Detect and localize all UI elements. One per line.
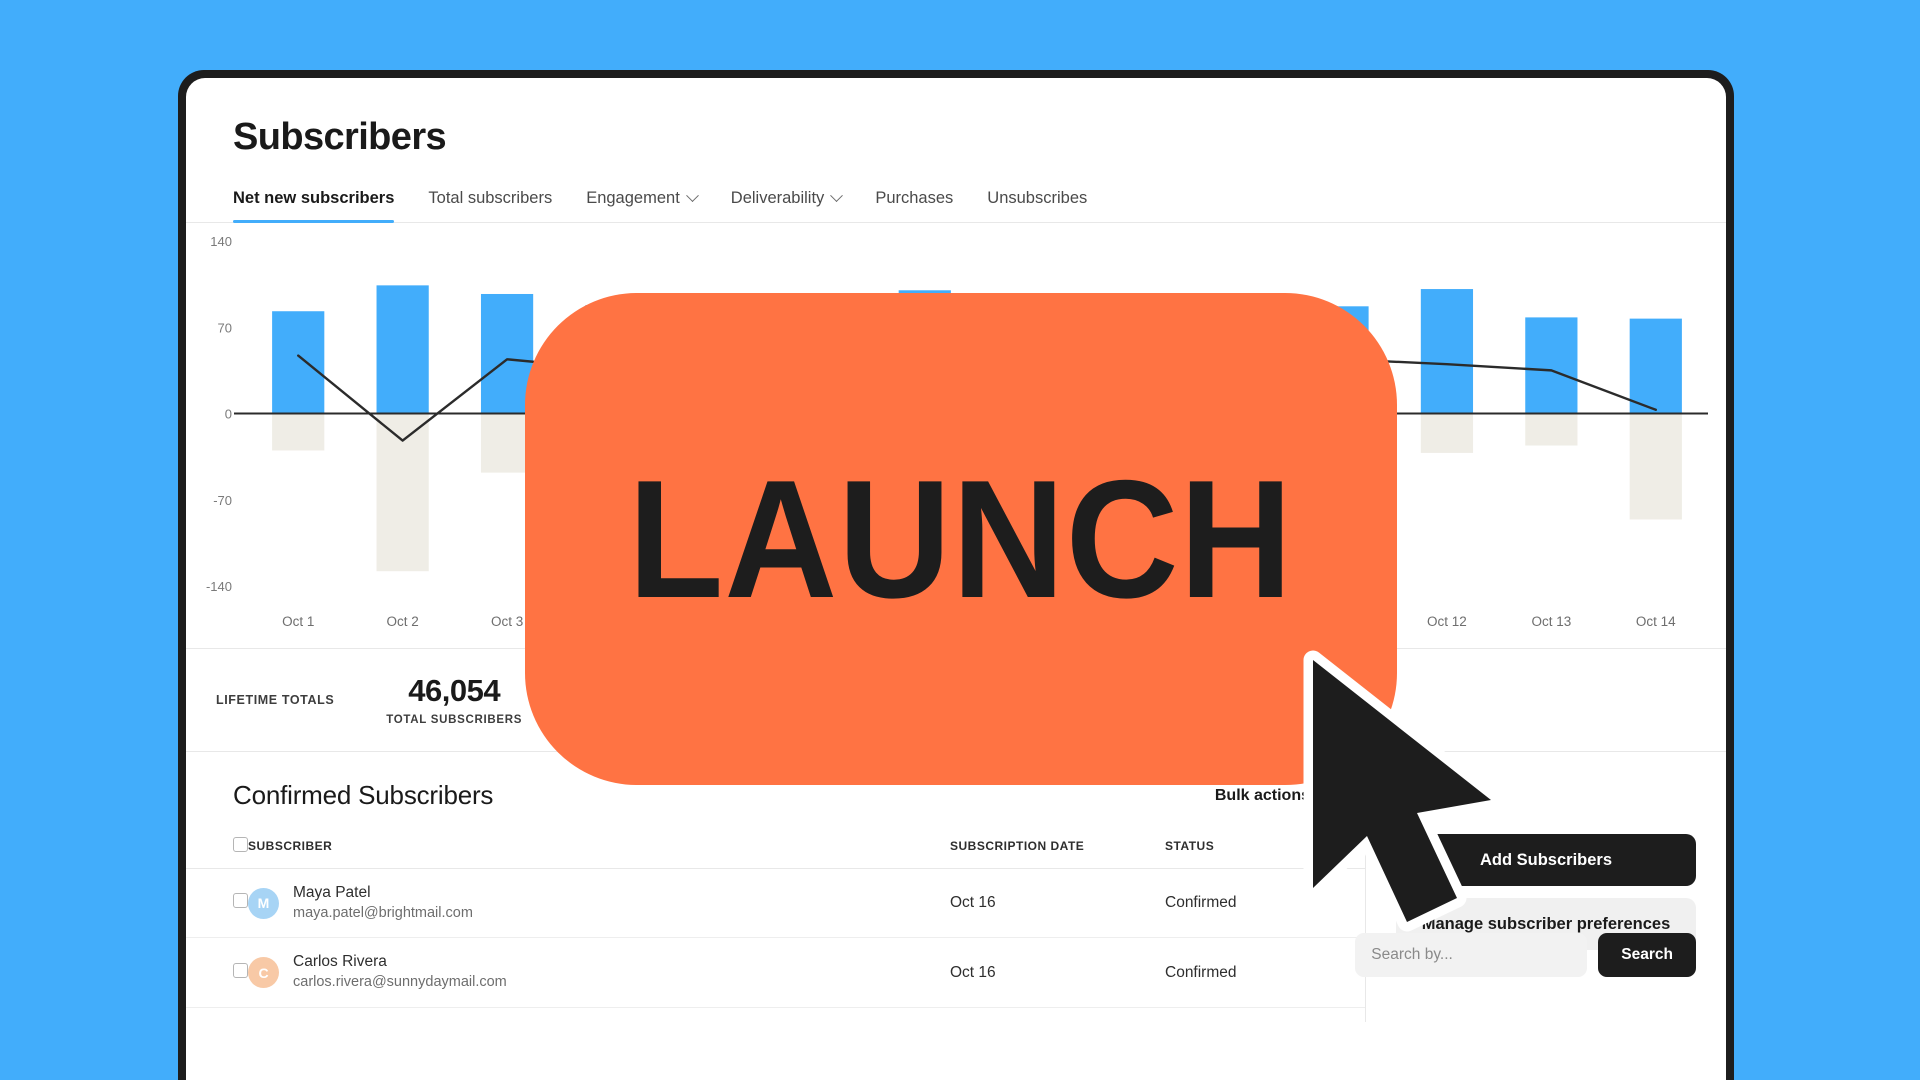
- row-status: Confirmed: [1165, 868, 1365, 939]
- tab-label: Deliverability: [730, 189, 825, 207]
- column-status: STATUS: [1165, 837, 1365, 869]
- stat-caption: TOTAL SUBSCRIBERS: [386, 713, 523, 726]
- tab-bar: Net new subscribers Total subscribers En…: [186, 159, 1726, 223]
- subscribers-table-panel: Confirmed Subscribers Bulk actions SUBSC…: [186, 752, 1366, 1022]
- stats-group-lifetime: LIFETIME TOTALS 46,054 TOTAL SUBSCRIBERS: [186, 649, 578, 751]
- chevron-down-icon: [830, 189, 844, 203]
- row-subscriber-cell: M Maya Patel maya.patel@brightmail.com: [248, 868, 950, 939]
- search-button[interactable]: Search: [1598, 933, 1696, 977]
- svg-text:Oct 14: Oct 14: [1636, 614, 1676, 629]
- search-input[interactable]: [1355, 933, 1588, 977]
- tab-label: Total subscribers: [428, 189, 553, 207]
- section-title: Confirmed Subscribers: [233, 780, 494, 810]
- caret-down-icon: [1323, 792, 1335, 799]
- bulk-actions-label: Bulk actions: [1214, 786, 1310, 804]
- subscriber-name: Carlos Rivera: [293, 953, 387, 971]
- row-checkbox[interactable]: [233, 962, 248, 978]
- stats-group-label: LIFETIME TOTALS: [216, 693, 335, 707]
- subscriber-name: Maya Patel: [293, 884, 371, 901]
- table-body: M Maya Patel maya.patel@brightmail.com O…: [186, 868, 1365, 1008]
- row-select-cell: [186, 868, 248, 939]
- table-header-row: SUBSCRIBER SUBSCRIPTION DATE STATUS: [186, 837, 1365, 869]
- add-subscribers-button[interactable]: Add Subscribers: [1396, 834, 1696, 886]
- stat-total-subscribers: 46,054 TOTAL SUBSCRIBERS: [360, 673, 548, 726]
- tab-label: Net new subscribers: [233, 189, 395, 207]
- table-row[interactable]: C Carlos Rivera carlos.rivera@sunnydayma…: [186, 937, 1365, 1008]
- page-title: Subscribers: [233, 116, 447, 158]
- avatar: C: [248, 957, 279, 989]
- tab-net-new-subscribers[interactable]: Net new subscribers: [233, 189, 395, 223]
- column-subscription-date: SUBSCRIPTION DATE: [950, 837, 1165, 869]
- svg-text:Oct 2: Oct 2: [387, 614, 419, 629]
- search-controls: Search: [1355, 933, 1696, 977]
- row-subscription-date: Oct 16: [950, 937, 1165, 1008]
- svg-text:Oct 12: Oct 12: [1427, 614, 1467, 629]
- tab-label: Purchases: [875, 189, 954, 207]
- row-checkbox[interactable]: [233, 893, 248, 909]
- tab-unsubscribes[interactable]: Unsubscribes: [987, 189, 1087, 222]
- tab-deliverability[interactable]: Deliverability: [730, 189, 844, 222]
- tab-engagement[interactable]: Engagement: [586, 189, 699, 222]
- chevron-down-icon: [685, 189, 699, 203]
- row-status: Confirmed: [1165, 937, 1365, 1008]
- select-all-cell: [186, 837, 248, 869]
- row-select-cell: [186, 937, 248, 1008]
- table-header: SUBSCRIBER SUBSCRIPTION DATE STATUS: [186, 837, 1365, 869]
- table-row[interactable]: M Maya Patel maya.patel@brightmail.com O…: [186, 868, 1365, 939]
- avatar: M: [248, 887, 279, 919]
- launch-badge-overlay: LAUNCH: [525, 293, 1397, 785]
- subscribers-table: SUBSCRIBER SUBSCRIPTION DATE STATUS M Ma…: [186, 837, 1365, 1008]
- stat-value: 46,054: [408, 673, 501, 709]
- svg-text:Oct 13: Oct 13: [1531, 614, 1571, 629]
- tab-label: Engagement: [586, 189, 680, 207]
- subscriber-email: carlos.rivera@sunnydaymail.com: [293, 974, 507, 991]
- tab-total-subscribers[interactable]: Total subscribers: [428, 189, 552, 222]
- svg-text:140: 140: [210, 234, 232, 249]
- svg-text:-140: -140: [206, 579, 232, 594]
- select-all-checkbox[interactable]: [233, 837, 248, 852]
- tab-label: Unsubscribes: [987, 189, 1088, 207]
- row-subscriber-cell: C Carlos Rivera carlos.rivera@sunnydayma…: [248, 937, 950, 1008]
- svg-text:Oct 3: Oct 3: [491, 614, 523, 629]
- tab-purchases[interactable]: Purchases: [875, 189, 953, 222]
- column-subscriber: SUBSCRIBER: [248, 837, 950, 869]
- launch-badge-label: LAUNCH: [628, 445, 1294, 633]
- svg-text:0: 0: [225, 407, 232, 422]
- row-subscription-date: Oct 16: [950, 868, 1165, 939]
- subscriber-email: maya.patel@brightmail.com: [293, 904, 473, 921]
- svg-text:Oct 1: Oct 1: [282, 614, 314, 629]
- subscribers-side-panel: Add Subscribers Manage subscriber prefer…: [1366, 752, 1726, 1022]
- subscribers-section: Confirmed Subscribers Bulk actions SUBSC…: [186, 752, 1726, 1022]
- svg-text:-70: -70: [213, 493, 232, 508]
- svg-text:70: 70: [218, 320, 232, 335]
- bulk-actions-dropdown[interactable]: Bulk actions: [1215, 787, 1335, 805]
